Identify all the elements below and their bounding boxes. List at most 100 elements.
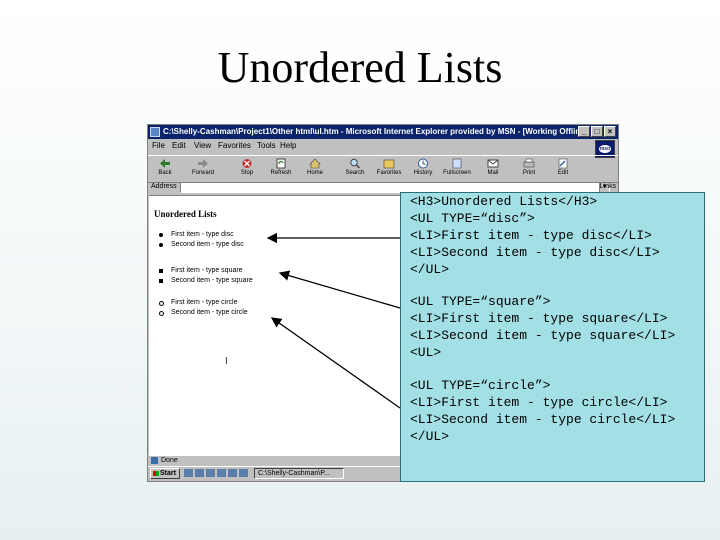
code-block-square: <UL TYPE=“square”> <LI>First item - type… [410,293,675,361]
stop-icon [242,159,252,168]
fullscreen-label: Fullscreen [443,170,471,176]
status-text: Done [161,457,178,464]
list-item-text: First item - type disc [171,231,234,238]
menu-favorites[interactable]: Favorites [218,141,251,150]
back-label: Back [158,170,172,176]
menu-tools[interactable]: Tools [257,141,276,150]
menu-file[interactable]: File [152,141,165,150]
quick-launch-icon[interactable] [195,469,204,477]
taskbar-item[interactable]: C:\Shelly-Cashman\P... [254,468,344,479]
start-label: Start [160,470,176,477]
print-icon [523,158,535,168]
square-list: First item - type square Second item - t… [157,266,253,286]
links-label[interactable]: Links [600,183,616,190]
code-line: <UL TYPE=“circle”> [410,378,551,393]
fullscreen-button[interactable]: Fullscreen [442,158,472,180]
history-button[interactable]: History [408,158,438,180]
circle-bullet-icon [159,311,164,316]
code-line: <UL TYPE=“disc”> [410,211,535,226]
quick-launch-icon[interactable] [228,469,237,477]
square-bullet-icon [159,269,163,273]
list-item: First item - type circle [157,298,248,308]
code-line: </UL> [410,429,450,444]
menu-view[interactable]: View [194,141,211,150]
circle-list: First item - type circle Second item - t… [157,298,248,318]
list-item: Second item - type square [157,276,253,286]
ie-icon [150,127,160,137]
forward-arrow-icon [198,159,208,168]
window-title: C:\Shelly-Cashman\Project1\Other html\ul… [163,127,585,136]
list-item: Second item - type disc [157,240,244,250]
mail-label: Mail [487,170,499,176]
refresh-icon [276,158,286,169]
text-cursor-icon: I [225,356,228,367]
code-line: <H3>Unordered Lists</H3> [410,194,598,209]
home-icon [309,158,321,169]
disc-bullet-icon [159,243,163,247]
stop-button[interactable]: Stop [232,158,262,180]
code-line: <LI>Second item - type circle</LI> [410,412,676,427]
start-button[interactable]: Start [150,468,180,479]
refresh-button[interactable]: Refresh [266,158,296,180]
code-line: <UL TYPE=“square”> [410,294,551,309]
page-icon [151,457,158,464]
forward-label: Forward [191,170,214,176]
windows-logo-icon [153,471,159,476]
mail-button[interactable]: Mail [478,158,508,180]
search-icon [350,158,361,169]
history-label: History [413,170,433,176]
list-item: First item - type disc [157,230,244,240]
code-line: <LI>First item - type circle</LI> [410,395,668,410]
address-label: Address [151,183,177,190]
title-bar[interactable]: C:\Shelly-Cashman\Project1\Other html\ul… [148,125,618,139]
search-label: Search [345,170,365,176]
search-button[interactable]: Search [340,158,370,180]
list-item-text: Second item - type square [171,277,253,284]
favorites-label: Favorites [376,170,402,176]
code-line: <LI>First item - type disc</LI> [410,228,652,243]
minimize-button[interactable]: _ [578,126,590,137]
list-item-text: First item - type square [171,267,243,274]
close-button[interactable]: × [604,126,616,137]
refresh-label: Refresh [270,170,292,176]
print-button[interactable]: Print [514,158,544,180]
toolbar: Back Forward Stop Refresh Home Search Fa… [148,155,618,183]
edit-button[interactable]: Edit [548,158,578,180]
quick-launch-icon[interactable] [217,469,226,477]
edit-icon [558,158,568,169]
code-line: <LI>First item - type square</LI> [410,311,668,326]
history-icon [418,158,428,169]
home-label: Home [306,170,323,176]
mail-icon [487,159,499,168]
favorites-icon [383,159,395,169]
code-line: <UL> [410,345,442,360]
list-item-text: Second item - type disc [171,241,244,248]
list-item-text: First item - type circle [171,299,238,306]
code-line: <LI>Second item - type square</LI> [410,328,676,343]
forward-button[interactable]: Forward [188,158,218,180]
disc-bullet-icon [159,233,163,237]
maximize-button[interactable]: □ [591,126,603,137]
quick-launch-icon[interactable] [206,469,215,477]
stop-label: Stop [240,170,254,176]
home-button[interactable]: Home [300,158,330,180]
code-callout: <H3>Unordered Lists</H3> <UL TYPE=“disc”… [400,192,705,482]
code-block-circle: <UL TYPE=“circle”> <LI>First item - type… [410,377,675,445]
quick-launch-icon[interactable] [239,469,248,477]
menu-help[interactable]: Help [280,141,296,150]
back-button[interactable]: Back [150,158,180,180]
fullscreen-icon [452,158,462,169]
quick-launch-icon[interactable] [184,469,193,477]
slide-title: Unordered Lists [217,43,503,92]
list-item: Second item - type circle [157,308,248,318]
code-block-disc: <H3>Unordered Lists</H3> <UL TYPE=“disc”… [410,193,660,278]
list-item-text: Second item - type circle [171,309,248,316]
disc-list: First item - type disc Second item - typ… [157,230,244,250]
back-arrow-icon [160,159,170,168]
menu-edit[interactable]: Edit [172,141,186,150]
edit-label: Edit [557,170,569,176]
print-label: Print [522,170,536,176]
quick-launch [184,469,248,477]
favorites-button[interactable]: Favorites [374,158,404,180]
code-line: <LI>Second item - type disc</LI> [410,245,660,260]
